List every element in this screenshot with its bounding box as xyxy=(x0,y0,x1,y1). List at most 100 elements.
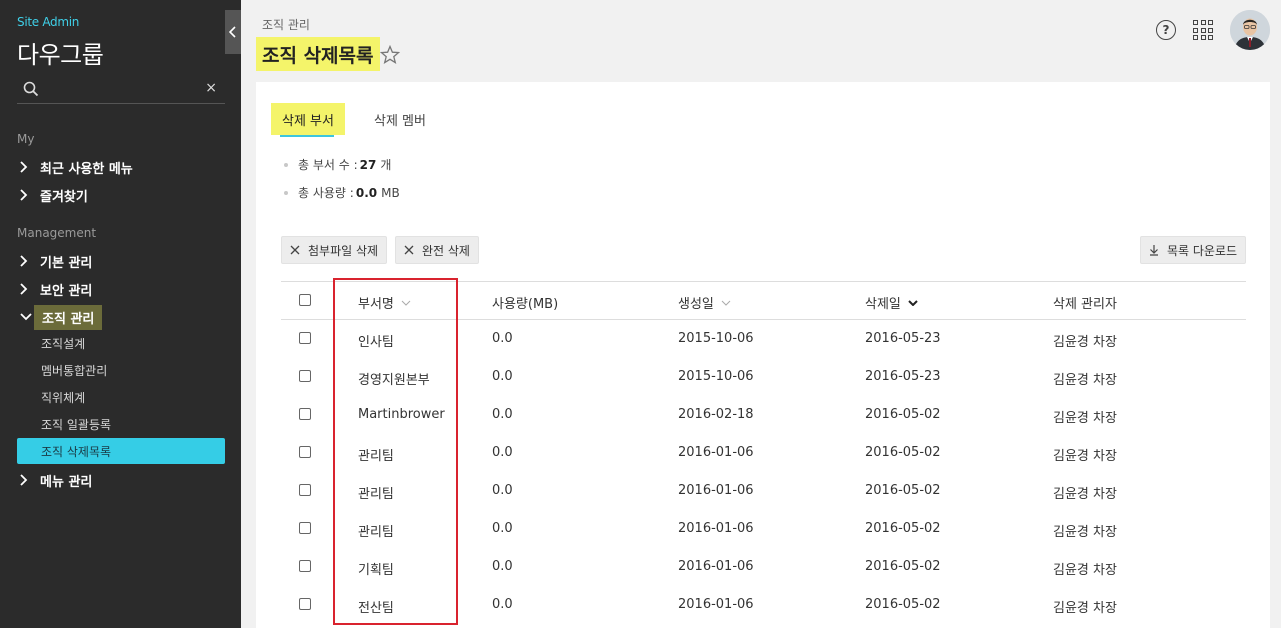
chevron-right-icon xyxy=(20,283,34,295)
cell-created-date: 2016-01-06 xyxy=(678,445,754,460)
tab-deleted-members[interactable]: 삭제 멤버 xyxy=(374,103,426,135)
chevron-right-icon xyxy=(20,161,34,173)
stat-unit: MB xyxy=(381,185,400,200)
sub-item-position-system[interactable]: 직위체계 xyxy=(17,384,225,410)
sub-item-org-design[interactable]: 조직설계 xyxy=(17,330,225,356)
cell-created-date: 2016-01-06 xyxy=(678,597,754,612)
sub-item-org-bulk-register[interactable]: 조직 일괄등록 xyxy=(17,411,225,437)
cell-deleted-date: 2016-05-02 xyxy=(865,597,941,612)
sub-item-member-integration[interactable]: 멤버통합관리 xyxy=(17,357,225,383)
cell-usage: 0.0 xyxy=(492,369,513,384)
cell-department-name: 관리팀 xyxy=(358,487,394,502)
delete-attachments-button[interactable]: 첨부파일 삭제 xyxy=(281,236,388,264)
cell-delete-admin: 김윤경 차장 xyxy=(1053,601,1117,616)
chevron-right-icon xyxy=(20,474,34,486)
org-name: 다우그룹 xyxy=(17,41,104,69)
chevron-down-icon xyxy=(721,300,731,306)
deleted-departments-table: 부서명 사용량(MB) 생성일 삭제일 삭제 관리자 인사팀 0.0 2015-… xyxy=(281,281,1246,624)
cell-department-name: 전산팀 xyxy=(358,601,394,616)
sidebar-search[interactable]: × xyxy=(17,78,225,104)
row-checkbox[interactable] xyxy=(299,522,311,534)
star-icon[interactable] xyxy=(380,45,400,65)
nav-item-label: 메뉴 관리 xyxy=(40,474,93,490)
nav-item-menu-management[interactable]: 메뉴 관리 xyxy=(20,468,92,492)
cell-created-date: 2016-01-06 xyxy=(678,483,754,498)
cell-created-date: 2016-01-06 xyxy=(678,559,754,574)
cell-department-name: 기획팀 xyxy=(358,563,394,578)
cell-delete-admin: 김윤경 차장 xyxy=(1053,487,1117,502)
help-icon[interactable]: ? xyxy=(1156,20,1176,40)
stat-unit: 개 xyxy=(380,158,392,172)
row-checkbox[interactable] xyxy=(299,370,311,382)
nav-item-security-management[interactable]: 보안 관리 xyxy=(20,277,92,301)
stat-usage: 총 사용량 : 0.0 MB xyxy=(284,184,400,201)
cell-department-name: 인사팀 xyxy=(358,335,394,350)
download-list-button[interactable]: 목록 다운로드 xyxy=(1140,236,1247,264)
table-row[interactable]: 경영지원본부 0.0 2015-10-06 2016-05-23 김윤경 차장 xyxy=(281,358,1246,396)
nav-item-basic-management[interactable]: 기본 관리 xyxy=(20,249,92,273)
stat-dept-count: 총 부서 수 : 27 개 xyxy=(284,156,391,173)
cell-department-name: 관리팀 xyxy=(358,449,394,464)
cell-delete-admin: 김윤경 차장 xyxy=(1053,411,1117,426)
sidebar-collapse-button[interactable] xyxy=(225,10,241,54)
cell-usage: 0.0 xyxy=(492,445,513,460)
button-label: 완전 삭제 xyxy=(422,243,470,258)
cell-deleted-date: 2016-05-02 xyxy=(865,483,941,498)
cell-delete-admin: 김윤경 차장 xyxy=(1053,449,1117,464)
nav-item-label: 즐겨찾기 xyxy=(40,189,88,205)
cell-department-name: 경영지원본부 xyxy=(358,373,430,388)
header-usage: 사용량(MB) xyxy=(492,293,558,312)
page-title: 조직 삭제목록 xyxy=(256,37,380,71)
button-label: 목록 다운로드 xyxy=(1167,243,1238,258)
table-row[interactable]: 인사팀 0.0 2015-10-06 2016-05-23 김윤경 차장 xyxy=(281,320,1246,358)
table-row[interactable]: 기획팀 0.0 2016-01-06 2016-05-02 김윤경 차장 xyxy=(281,548,1246,586)
cell-deleted-date: 2016-05-23 xyxy=(865,369,941,384)
nav-item-label: 최근 사용한 메뉴 xyxy=(40,161,133,177)
cell-usage: 0.0 xyxy=(492,483,513,498)
delete-complete-button[interactable]: 완전 삭제 xyxy=(395,236,479,264)
header-department-name[interactable]: 부서명 xyxy=(358,293,411,312)
header-created-date[interactable]: 생성일 xyxy=(678,293,731,312)
nav-item-recent-menu[interactable]: 최근 사용한 메뉴 xyxy=(20,155,133,179)
row-checkbox[interactable] xyxy=(299,332,311,344)
bullet-dot xyxy=(284,190,288,195)
header-label: 삭제 관리자 xyxy=(1053,297,1117,312)
row-checkbox[interactable] xyxy=(299,408,311,420)
cell-deleted-date: 2016-05-02 xyxy=(865,521,941,536)
sidebar: Site Admin 다우그룹 × My 최근 사용한 메뉴 즐겨찾기 Mana… xyxy=(0,0,241,628)
cell-department-name: Martinbrower xyxy=(358,407,445,422)
cell-deleted-date: 2016-05-02 xyxy=(865,445,941,460)
sort-desc-icon xyxy=(908,299,918,306)
nav-item-org-management[interactable]: 조직 관리 xyxy=(20,304,103,330)
row-checkbox[interactable] xyxy=(299,598,311,610)
table-row[interactable]: 관리팀 0.0 2016-01-06 2016-05-02 김윤경 차장 xyxy=(281,510,1246,548)
cell-deleted-date: 2016-05-02 xyxy=(865,559,941,574)
cell-delete-admin: 김윤경 차장 xyxy=(1053,373,1117,388)
cell-usage: 0.0 xyxy=(492,407,513,422)
sub-item-org-deleted-list[interactable]: 조직 삭제목록 xyxy=(17,438,225,464)
chevron-down-icon xyxy=(20,313,34,321)
header-label: 사용량(MB) xyxy=(492,297,559,312)
row-checkbox[interactable] xyxy=(299,560,311,572)
row-checkbox[interactable] xyxy=(299,484,311,496)
app-grid-icon[interactable] xyxy=(1193,20,1213,40)
table-row[interactable]: 전산팀 0.0 2016-01-06 2016-05-02 김윤경 차장 xyxy=(281,586,1246,624)
tab-deleted-departments[interactable]: 삭제 부서 xyxy=(271,103,345,135)
nav-item-label: 기본 관리 xyxy=(40,255,93,271)
chevron-down-icon xyxy=(401,300,411,306)
row-checkbox[interactable] xyxy=(299,446,311,458)
chevron-left-icon xyxy=(229,26,236,38)
cell-delete-admin: 김윤경 차장 xyxy=(1053,335,1117,350)
table-row[interactable]: Martinbrower 0.0 2016-02-18 2016-05-02 김… xyxy=(281,396,1246,434)
nav-item-favorites[interactable]: 즐겨찾기 xyxy=(20,183,88,207)
table-row[interactable]: 관리팀 0.0 2016-01-06 2016-05-02 김윤경 차장 xyxy=(281,434,1246,472)
section-label-my: My xyxy=(17,132,35,146)
search-clear-icon[interactable]: × xyxy=(205,80,217,96)
close-icon xyxy=(290,245,300,255)
nav-item-label: 조직 관리 xyxy=(34,304,103,330)
close-icon xyxy=(404,245,414,255)
header-deleted-date[interactable]: 삭제일 xyxy=(865,293,918,312)
select-all-checkbox[interactable] xyxy=(299,294,311,306)
avatar[interactable] xyxy=(1230,10,1270,50)
table-row[interactable]: 관리팀 0.0 2016-01-06 2016-05-02 김윤경 차장 xyxy=(281,472,1246,510)
